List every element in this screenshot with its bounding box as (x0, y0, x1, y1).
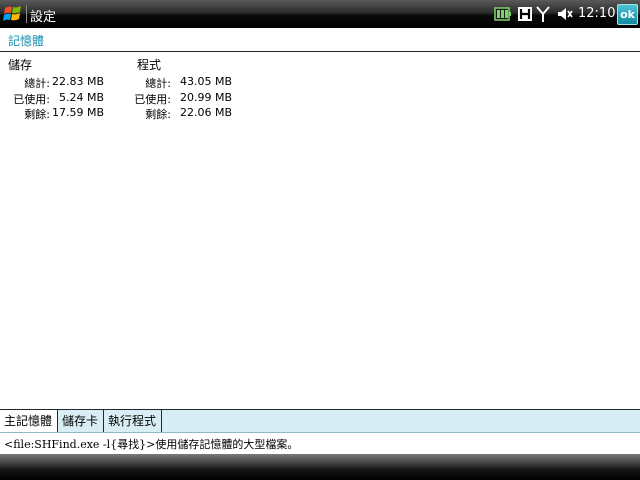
storage-total-label: 總計: (24, 77, 50, 90)
signal-antenna-icon[interactable] (536, 4, 550, 24)
softkey-bar (0, 454, 640, 480)
app-title: 設定 (30, 10, 57, 25)
storage-total-value: 22.83 MB (52, 75, 105, 88)
program-free-label: 剩餘: (145, 108, 171, 121)
program-free-value: 22.06 MB (180, 106, 233, 119)
page-title: 記憶體 (8, 34, 45, 48)
program-total-label: 總計: (145, 77, 171, 90)
windows-logo-icon[interactable] (2, 3, 24, 25)
settings-memory-screen: 設定 12:10 ok 記憶體 儲存 總計: 22.83 MB 已使用: 5.2… (0, 0, 640, 480)
storage-used-value: 5.24 MB (59, 91, 105, 104)
h-network-icon[interactable] (518, 4, 532, 24)
program-heading: 程式 (137, 58, 162, 72)
program-total-value: 43.05 MB (180, 75, 233, 88)
program-used-value: 20.99 MB (180, 91, 233, 104)
clock[interactable]: 12:10 (578, 6, 615, 21)
storage-free-label: 剩餘: (24, 108, 50, 121)
storage-heading: 儲存 (8, 58, 33, 72)
tab-storage-card[interactable]: 儲存卡 (58, 410, 104, 432)
title-separator (26, 5, 27, 23)
tab-strip-bottom-border (0, 432, 640, 433)
tab-running-programs[interactable]: 執行程式 (104, 410, 162, 432)
program-used-label: 已使用: (134, 93, 171, 106)
storage-free-value: 17.59 MB (52, 106, 105, 119)
tab-strip: 主記憶體 儲存卡 執行程式 (0, 410, 640, 432)
battery-icon[interactable] (494, 4, 512, 24)
tab-main-memory[interactable]: 主記憶體 (0, 410, 58, 432)
help-link-text[interactable]: <file:SHFind.exe -l{尋找}>使用儲存記憶體的大型檔案。 (4, 436, 298, 452)
header-divider (0, 51, 640, 52)
title-bar: 設定 12:10 ok (0, 0, 640, 28)
volume-icon[interactable] (556, 4, 574, 24)
ok-button[interactable]: ok (617, 4, 638, 25)
storage-used-label: 已使用: (13, 93, 50, 106)
